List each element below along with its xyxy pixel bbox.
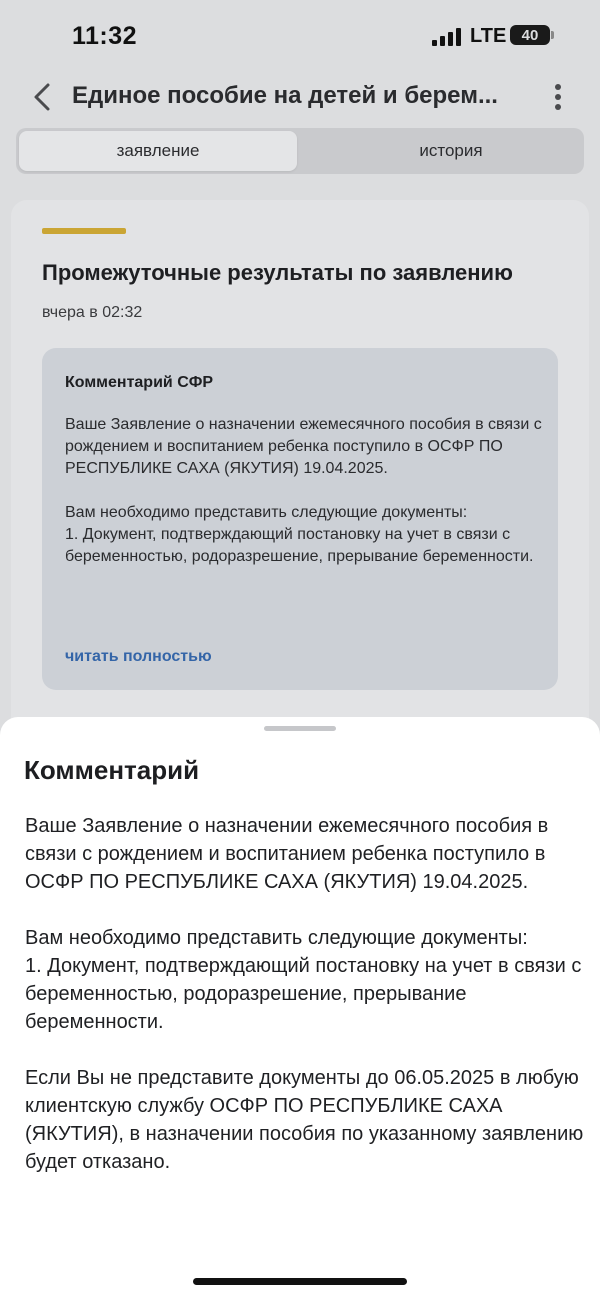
app-background: 11:32 LTE 40 Единое пособие на детей и б… <box>0 0 600 740</box>
back-icon[interactable] <box>30 80 54 114</box>
comment-bottom-sheet: Комментарий Ваше Заявление о назначении … <box>0 717 600 1297</box>
page-title: Единое пособие на детей и берем... <box>72 82 498 109</box>
sheet-paragraph: Вам необходимо представить следующие док… <box>25 927 528 949</box>
comment-text: Ваше Заявление о назначении ежемесячного… <box>65 414 545 568</box>
card-timestamp: вчера в 02:32 <box>42 304 143 321</box>
comment-paragraph: 1. Документ, подтверждающий постановку н… <box>65 526 534 565</box>
battery-tip <box>551 31 554 39</box>
segmented-control: заявление история <box>16 128 584 174</box>
tab-history[interactable]: история <box>312 131 590 171</box>
home-indicator[interactable] <box>193 1278 407 1285</box>
sheet-paragraph: 1. Документ, подтверждающий постановку н… <box>25 955 582 1033</box>
results-card: Промежуточные результаты по заявлению вч… <box>11 200 589 740</box>
read-more-link[interactable]: читать полностью <box>65 648 212 666</box>
battery-icon: 40 <box>510 25 550 45</box>
sheet-text: Ваше Заявление о назначении ежемесячного… <box>25 812 585 1204</box>
network-label: LTE <box>470 25 507 47</box>
comment-paragraph: Вам необходимо представить следующие док… <box>65 504 468 521</box>
sheet-title: Комментарий <box>24 755 200 785</box>
comment-paragraph: Ваше Заявление о назначении ежемесячного… <box>65 416 542 477</box>
nav-bar: Единое пособие на детей и берем... <box>0 70 600 126</box>
card-title: Промежуточные результаты по заявлению <box>42 260 513 285</box>
accent-bar <box>42 228 126 234</box>
comment-title: Комментарий СФР <box>65 374 214 391</box>
comment-preview: Комментарий СФР Ваше Заявление о назначе… <box>42 348 558 690</box>
sheet-drag-handle[interactable] <box>264 726 336 731</box>
more-icon[interactable] <box>548 82 568 112</box>
tab-application[interactable]: заявление <box>19 131 297 171</box>
status-time: 11:32 <box>72 22 138 50</box>
sheet-paragraph: Ваше Заявление о назначении ежемесячного… <box>25 815 549 893</box>
signal-icon <box>432 28 461 46</box>
status-bar: 11:32 LTE 40 <box>0 0 600 70</box>
sheet-paragraph: Если Вы не представите документы до 06.0… <box>25 1067 584 1173</box>
